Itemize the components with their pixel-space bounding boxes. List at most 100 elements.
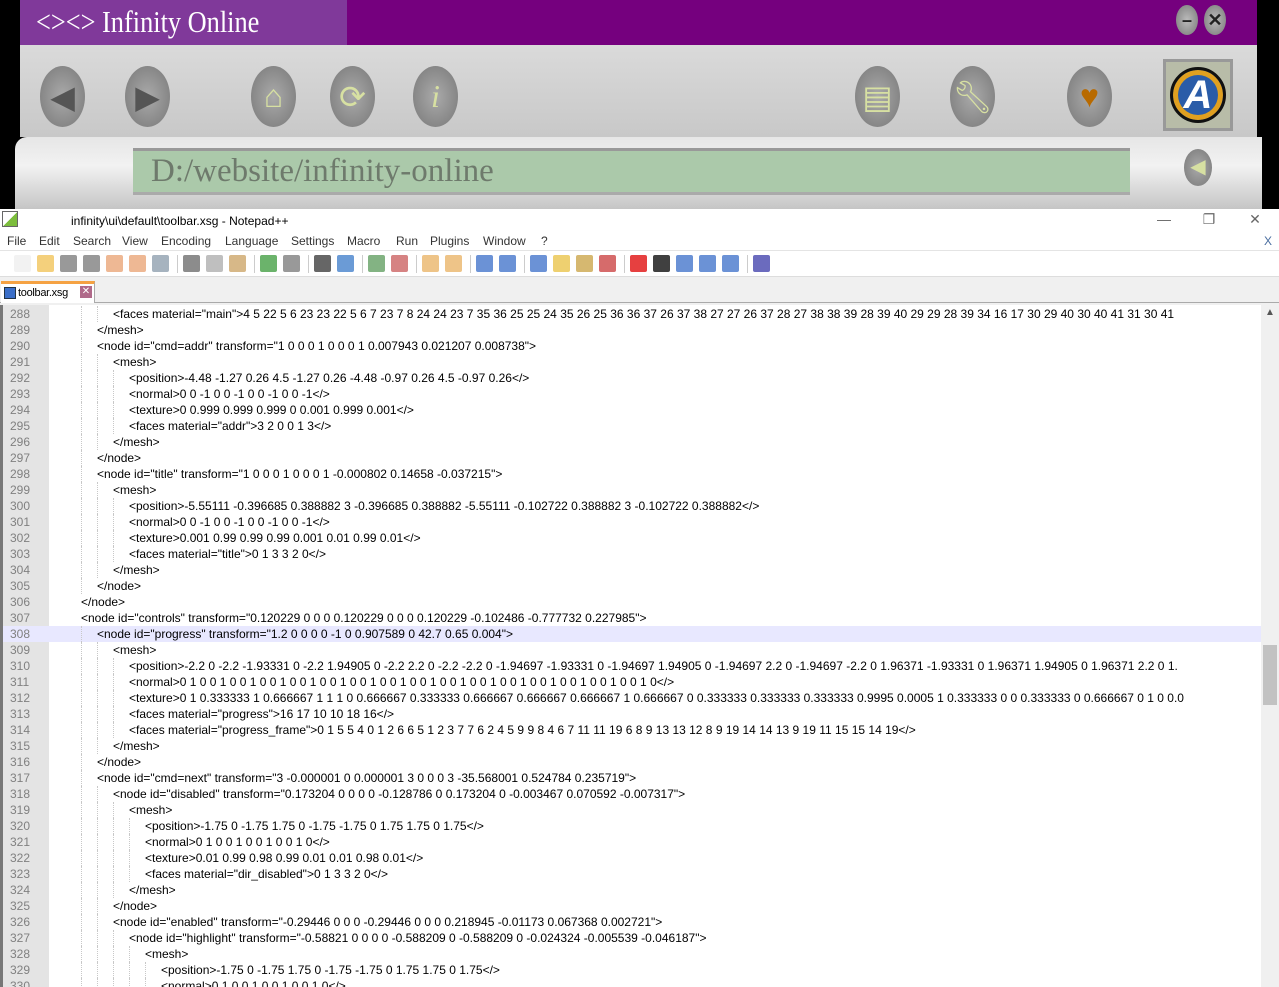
code-line[interactable]: 301 <normal>0 0 -1 0 0 -1 0 0 -1 0 0 -1</… [3, 514, 1261, 530]
code-line[interactable]: 305 </node> [3, 578, 1261, 594]
restore-window-button[interactable]: ❐ [1186, 209, 1232, 231]
code-line[interactable]: 320 <position>-1.75 0 -1.75 1.75 0 -1.75 … [3, 818, 1261, 834]
scroll-up-icon[interactable]: ▲ [1265, 307, 1275, 318]
code-line[interactable]: 327 <node id="highlight" transform="-0.58… [3, 930, 1261, 946]
code-line[interactable]: 324 </mesh> [3, 882, 1261, 898]
menu-plugins[interactable]: Plugins [430, 234, 469, 248]
code-line[interactable]: 291 <mesh> [3, 354, 1261, 370]
indent-guide-icon[interactable] [530, 255, 547, 272]
menu-window[interactable]: Window [483, 234, 526, 248]
close-doc-button[interactable]: X [1264, 234, 1272, 248]
doc-map-icon[interactable] [576, 255, 593, 272]
code-line[interactable]: 310 <position>-2.2 0 -2.2 -1.93331 0 -2.2… [3, 658, 1261, 674]
code-line[interactable]: 295 <faces material="addr">3 2 0 0 1 3</> [3, 418, 1261, 434]
replace-icon[interactable] [337, 255, 354, 272]
stop-record-icon[interactable] [653, 255, 670, 272]
code-line[interactable]: 290 <node id="cmd=addr" transform="1 0 0 … [3, 338, 1261, 354]
code-line[interactable]: 328 <mesh> [3, 946, 1261, 962]
vertical-scrollbar[interactable]: ▲ [1261, 305, 1279, 987]
refresh-button[interactable]: ⟳ [330, 66, 375, 127]
sync-horizontal-icon[interactable] [445, 255, 462, 272]
open-file-icon[interactable] [37, 255, 54, 272]
info-button[interactable]: i [413, 66, 458, 127]
close-tab-icon[interactable]: ✕ [80, 286, 92, 298]
menu-search[interactable]: Search [73, 234, 111, 248]
spell-check-icon[interactable] [753, 255, 770, 272]
code-line[interactable]: 319 <mesh> [3, 802, 1261, 818]
cut-icon[interactable] [183, 255, 200, 272]
code-line[interactable]: 316 </node> [3, 754, 1261, 770]
close-window-button[interactable]: ✕ [1232, 209, 1278, 231]
close-icon[interactable] [106, 255, 123, 272]
code-line[interactable]: 300 <position>-5.55111 -0.396685 0.388882… [3, 498, 1261, 514]
notes-button[interactable]: ▤ [855, 66, 900, 127]
function-list-icon[interactable] [599, 255, 616, 272]
redo-icon[interactable] [283, 255, 300, 272]
code-line[interactable]: 307 <node id="controls" transform="0.1202… [3, 610, 1261, 626]
code-line[interactable]: 325 </node> [3, 898, 1261, 914]
undo-icon[interactable] [260, 255, 277, 272]
run-multiple-icon[interactable] [699, 255, 716, 272]
code-line[interactable]: 304 </mesh> [3, 562, 1261, 578]
menu-encoding[interactable]: Encoding [161, 234, 211, 248]
code-line[interactable]: 296 </mesh> [3, 434, 1261, 450]
paste-icon[interactable] [229, 255, 246, 272]
show-all-chars-icon[interactable] [499, 255, 516, 272]
word-wrap-icon[interactable] [476, 255, 493, 272]
zoom-out-icon[interactable] [391, 255, 408, 272]
minimize-window-button[interactable]: — [1141, 209, 1187, 231]
settings-button[interactable]: 🔧︎ [950, 66, 995, 127]
code-line[interactable]: 317 <node id="cmd=next" transform="3 -0.0… [3, 770, 1261, 786]
code-line[interactable]: 311 <normal>0 1 0 0 1 0 0 1 0 0 1 0 0 1 0… [3, 674, 1261, 690]
menu-help[interactable]: ? [541, 234, 548, 248]
menu-edit[interactable]: Edit [39, 234, 60, 248]
code-line[interactable]: 306 </node> [3, 594, 1261, 610]
play-macro-icon[interactable] [676, 255, 693, 272]
code-line[interactable]: 293 <normal>0 0 -1 0 0 -1 0 0 -1 0 0 -1</… [3, 386, 1261, 402]
menu-run[interactable]: Run [396, 234, 418, 248]
copy-icon[interactable] [206, 255, 223, 272]
back-button[interactable]: ◀ [40, 66, 85, 127]
menu-view[interactable]: View [122, 234, 148, 248]
code-line[interactable]: 298 <node id="title" transform="1 0 0 0 1… [3, 466, 1261, 482]
code-line[interactable]: 329 <position>-1.75 0 -1.75 1.75 0 -1.75 … [3, 962, 1261, 978]
save-macro-icon[interactable] [722, 255, 739, 272]
close-button[interactable]: ✕ [1204, 5, 1226, 35]
minimize-button[interactable]: – [1176, 5, 1198, 35]
home-button[interactable]: ⌂ [251, 66, 296, 127]
zoom-in-icon[interactable] [368, 255, 385, 272]
address-go-button[interactable]: ◀ [1184, 149, 1212, 186]
code-line[interactable]: 288 <faces material="main">4 5 22 5 6 23 … [3, 306, 1261, 322]
code-line[interactable]: 314 <faces material="progress_frame">0 1 … [3, 722, 1261, 738]
code-line[interactable]: 303 <faces material="title">0 1 3 3 2 0</… [3, 546, 1261, 562]
tab-toolbar-xsg[interactable]: toolbar.xsg ✕ [1, 281, 95, 303]
save-all-icon[interactable] [83, 255, 100, 272]
save-icon[interactable] [60, 255, 77, 272]
menu-macro[interactable]: Macro [347, 234, 380, 248]
code-editor[interactable]: 288 <faces material="main">4 5 22 5 6 23 … [0, 305, 1279, 987]
code-line[interactable]: 326 <node id="enabled" transform="-0.2944… [3, 914, 1261, 930]
code-line[interactable]: 318 <node id="disabled" transform="0.1732… [3, 786, 1261, 802]
code-line[interactable]: 330 <normal>0 1 0 0 1 0 0 1 0 0 1 0</> [3, 978, 1261, 987]
code-line[interactable]: 299 <mesh> [3, 482, 1261, 498]
code-line[interactable]: 321 <normal>0 1 0 0 1 0 0 1 0 0 1 0</> [3, 834, 1261, 850]
code-line[interactable]: 322 <texture>0.01 0.99 0.98 0.99 0.01 0.0… [3, 850, 1261, 866]
find-icon[interactable] [314, 255, 331, 272]
print-icon[interactable] [152, 255, 169, 272]
code-line[interactable]: 312 <texture>0 1 0.333333 1 0.666667 1 1 … [3, 690, 1261, 706]
address-input[interactable]: D:/website/infinity-online [133, 148, 1130, 195]
sync-vertical-icon[interactable] [422, 255, 439, 272]
close-all-icon[interactable] [129, 255, 146, 272]
menu-file[interactable]: File [7, 234, 26, 248]
scrollbar-thumb[interactable] [1263, 645, 1277, 705]
code-line[interactable]: 294 <texture>0 0.999 0.999 0.999 0 0.001 … [3, 402, 1261, 418]
record-macro-icon[interactable] [630, 255, 647, 272]
menu-settings[interactable]: Settings [291, 234, 334, 248]
user-lang-icon[interactable] [553, 255, 570, 272]
code-line[interactable]: 313 <faces material="progress">16 17 10 1… [3, 706, 1261, 722]
app-logo[interactable]: A [1163, 59, 1233, 131]
code-line[interactable]: 315 </mesh> [3, 738, 1261, 754]
code-line[interactable]: 323 <faces material="dir_disabled">0 1 3 … [3, 866, 1261, 882]
code-line[interactable]: 292 <position>-4.48 -1.27 0.26 4.5 -1.27 … [3, 370, 1261, 386]
code-line[interactable]: 308 <node id="progress" transform="1.2 0 … [3, 626, 1261, 642]
